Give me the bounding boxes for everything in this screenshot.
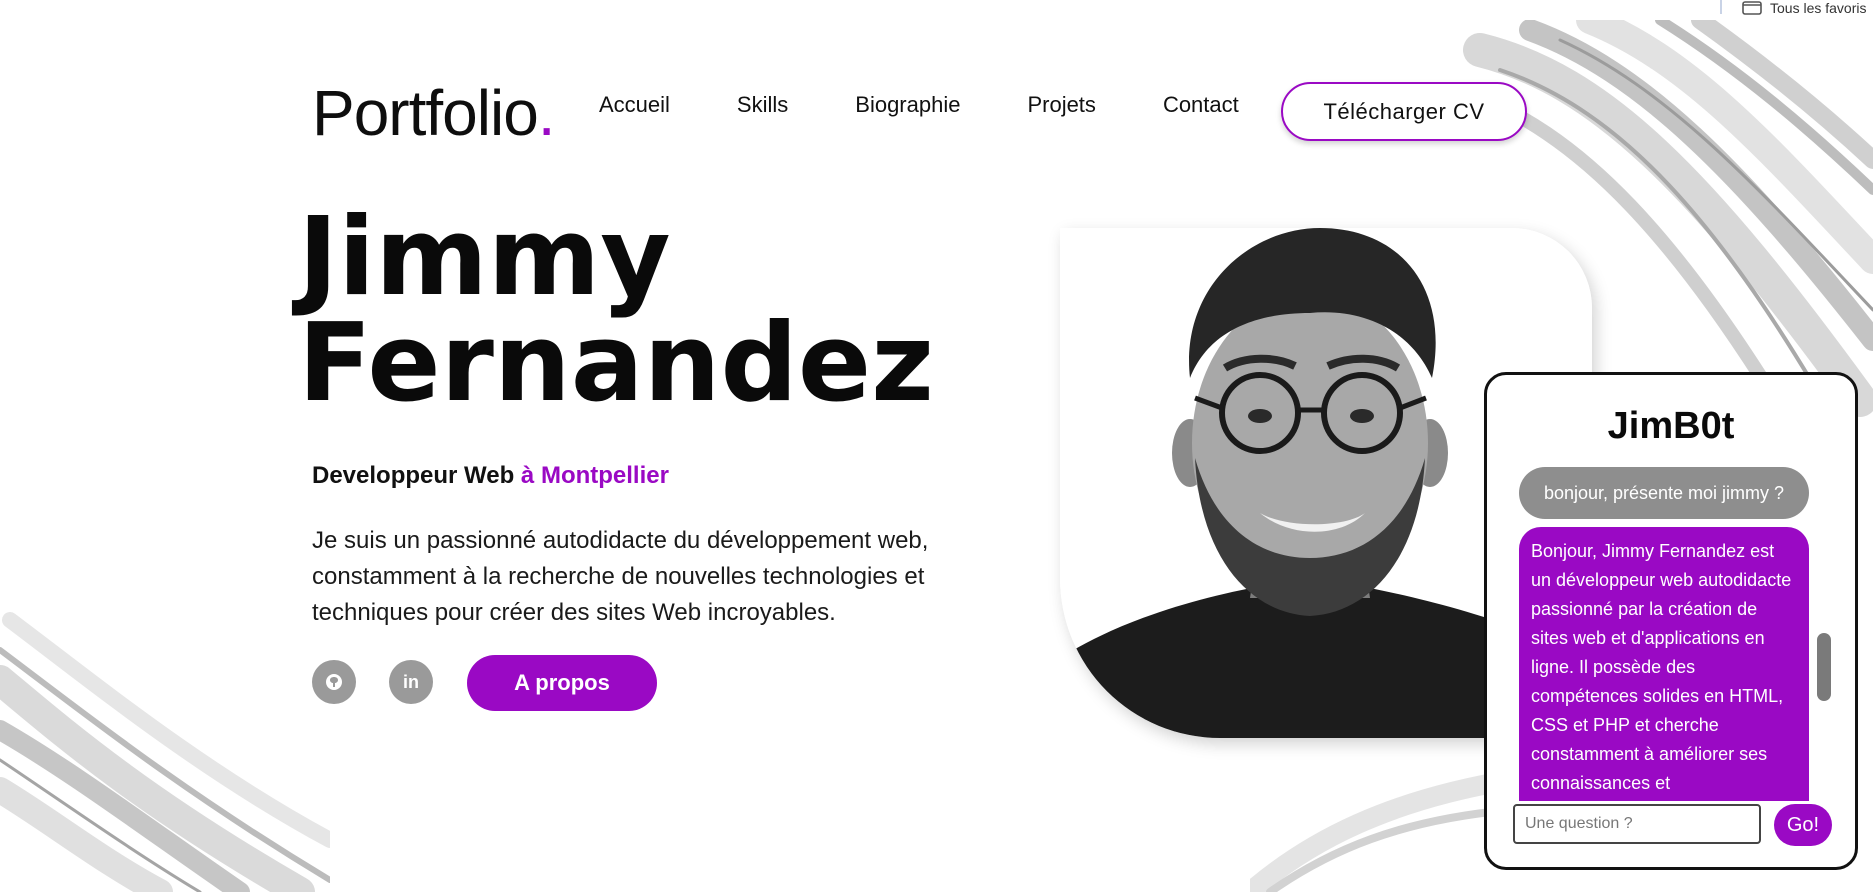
- folder-icon: [1742, 1, 1762, 15]
- bot-message-bubble: Bonjour, Jimmy Fernandez est un développ…: [1519, 527, 1809, 801]
- user-message-bubble: bonjour, présente moi jimmy ?: [1519, 467, 1809, 519]
- logo-dot: .: [537, 77, 556, 149]
- linkedin-button[interactable]: in: [389, 660, 433, 704]
- nav-contact[interactable]: Contact: [1163, 92, 1239, 118]
- nav-biographie[interactable]: Biographie: [855, 92, 960, 118]
- chat-send-button[interactable]: Go!: [1774, 804, 1832, 846]
- main-nav: Accueil Skills Biographie Projets Contac…: [599, 92, 1239, 118]
- bookmarks-bar: Tous les favoris: [0, 0, 1873, 28]
- logo[interactable]: Portfolio.: [312, 76, 556, 150]
- nav-accueil[interactable]: Accueil: [599, 92, 670, 118]
- brush-decoration-bottom: [1250, 770, 1510, 892]
- bookmarks-separator: [1720, 0, 1722, 14]
- hero-last-name: Fernandez: [298, 301, 934, 426]
- all-bookmarks-folder[interactable]: Tous les favoris: [1742, 0, 1866, 16]
- download-cv-button[interactable]: Télécharger CV: [1281, 82, 1527, 141]
- hero-name: Jimmy Fernandez: [298, 195, 934, 426]
- nav-projets[interactable]: Projets: [1027, 92, 1095, 118]
- about-button[interactable]: A propos: [467, 655, 657, 711]
- all-bookmarks-label: Tous les favoris: [1770, 0, 1867, 16]
- brush-decoration-left: [0, 612, 330, 892]
- linkedin-icon: in: [403, 671, 419, 692]
- hero-bio: Je suis un passionné autodidacte du déve…: [312, 527, 929, 626]
- hero-first-name: Jimmy: [298, 195, 671, 320]
- role-title: Developpeur Web: [312, 462, 515, 489]
- chat-scrollbar-thumb[interactable]: [1817, 633, 1831, 701]
- role-city: à Montpellier: [514, 462, 669, 489]
- hero-role: Developpeur Web à Montpellier: [312, 462, 669, 490]
- chatbot-title: JimB0t: [1607, 405, 1735, 447]
- github-icon: [326, 674, 342, 690]
- chat-question-input[interactable]: [1513, 804, 1761, 844]
- chatbot-widget: JimB0t bonjour, présente moi jimmy ? Bon…: [1484, 372, 1858, 870]
- nav-skills[interactable]: Skills: [737, 92, 788, 118]
- github-button[interactable]: [312, 660, 356, 704]
